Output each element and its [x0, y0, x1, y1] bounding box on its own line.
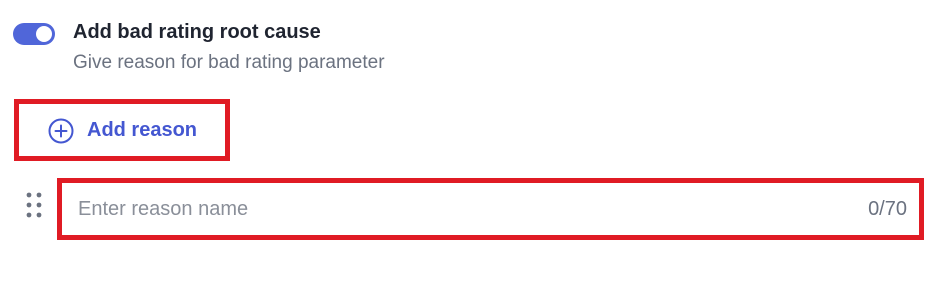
add-reason-button[interactable]: Add reason	[14, 99, 230, 161]
plus-circle-icon	[48, 118, 74, 144]
root-cause-toggle[interactable]	[13, 23, 55, 45]
drag-handle-icon[interactable]	[24, 191, 44, 221]
setting-title: Add bad rating root cause	[73, 21, 321, 43]
add-reason-label: Add reason	[87, 119, 198, 141]
character-counter: 0/70	[868, 198, 907, 220]
setting-subtitle: Give reason for bad rating parameter	[73, 52, 385, 73]
reason-name-input[interactable]	[78, 183, 838, 235]
reason-name-field: 0/70	[57, 178, 924, 240]
toggle-knob	[36, 26, 52, 42]
